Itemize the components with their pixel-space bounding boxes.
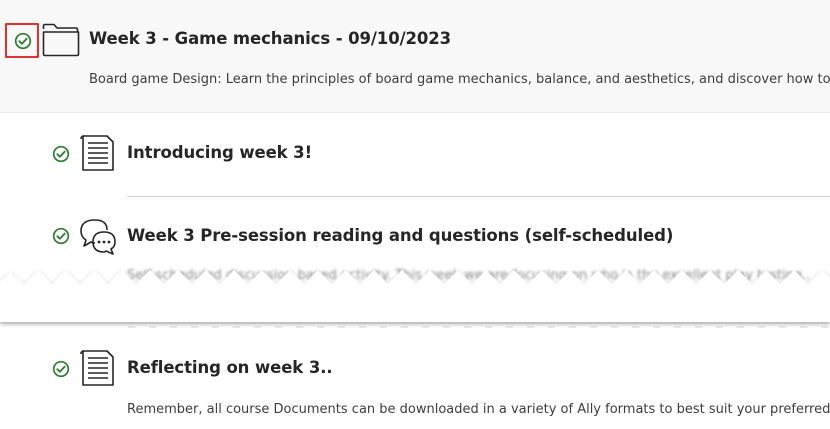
- discussion-icon: [77, 216, 117, 256]
- divider: [127, 196, 830, 197]
- check-circle-icon[interactable]: [14, 32, 32, 50]
- check-circle-icon[interactable]: [52, 360, 70, 378]
- folder-description: Board game Design: Learn the principles …: [89, 72, 830, 87]
- document-icon: [78, 133, 118, 173]
- item-description: Remember, all course Documents can be do…: [127, 402, 830, 417]
- document-icon: [78, 348, 118, 388]
- item-title[interactable]: Introducing week 3!: [127, 143, 312, 162]
- folder-icon: [42, 23, 80, 57]
- check-circle-icon[interactable]: [52, 227, 70, 245]
- item-title[interactable]: Week 3 Pre-session reading and questions…: [127, 226, 673, 245]
- check-circle-icon[interactable]: [52, 145, 70, 163]
- item-title[interactable]: Reflecting on week 3..: [127, 358, 333, 377]
- folder-title[interactable]: Week 3 - Game mechanics - 09/10/2023: [89, 29, 451, 48]
- folder-row-week-3[interactable]: Week 3 - Game mechanics - 09/10/2023 Boa…: [0, 0, 830, 113]
- torn-edge: [0, 270, 830, 328]
